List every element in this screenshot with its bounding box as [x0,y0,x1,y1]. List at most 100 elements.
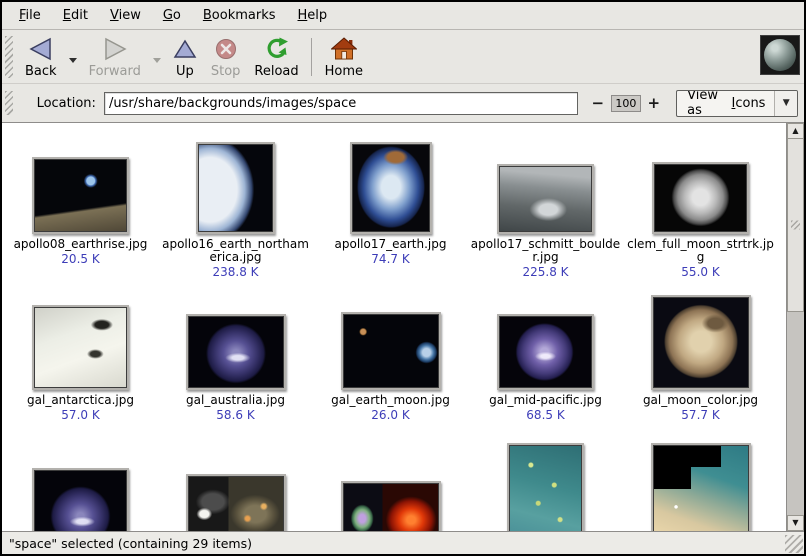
thumbnail-box [196,139,275,234]
file-name: apollo08_earthrise.jpg [14,238,148,251]
file-row: apollo08_earthrise.jpg20.5 Kapollo16_ear… [2,139,786,279]
scrollbar-up-button[interactable]: ▲ [787,123,804,139]
thumbnail-box [507,443,584,531]
file-item[interactable]: gal_moon_color.jpg57.7 K [623,285,778,422]
file-size: 57.7 K [681,408,719,422]
menu-item-help[interactable]: Help [287,4,339,27]
location-input[interactable] [104,92,578,115]
file-name: gal_moon_color.jpg [643,394,758,407]
toolbar: Back Forward Up [2,30,804,84]
stop-label: Stop [211,64,241,79]
thumbnail-box [186,474,286,531]
up-label: Up [176,64,194,79]
file-item[interactable]: clem_full_moon_strtrk.jpg55.0 K [623,139,778,279]
chevron-down-icon: ▼ [783,99,790,108]
zoom-in-button[interactable]: + [644,95,665,111]
file-name: clem_full_moon_strtrk.jpg [625,238,777,264]
antennae-thumbnail-icon [186,474,286,531]
file-name: apollo17_schmitt_boulder.jpg [470,238,622,264]
zoom-level: 100 [611,95,640,112]
thumbnail-box [186,285,286,390]
nebula-pair-thumbnail-icon [341,481,441,531]
menu-item-bookmarks[interactable]: Bookmarks [192,4,287,27]
back-label: Back [25,64,57,79]
forward-button: Forward [82,33,148,80]
file-item[interactable]: apollo08_earthrise.jpg20.5 K [3,139,158,266]
color-moon-thumbnail-icon [651,295,751,390]
file-size: 58.6 K [216,408,254,422]
thumbnail-box [651,443,751,531]
reload-label: Reload [254,64,298,79]
moon-boulder-thumbnail-icon [497,164,594,234]
status-text: "space" selected (containing 29 items) [9,536,252,551]
earth-crescent-thumbnail-icon [196,142,275,234]
view-as-combo[interactable]: View as Icons ▼ [676,90,798,117]
file-item[interactable] [158,474,313,531]
thumbnail-box [32,285,129,390]
thumbnail-box [32,468,129,531]
view-as-label: View as Icons [677,91,774,116]
menu-item-edit[interactable]: Edit [52,4,99,27]
location-bar-drag-handle[interactable] [5,91,13,115]
menu-item-go[interactable]: Go [152,4,192,27]
stop-icon [214,35,238,63]
file-item[interactable]: gal_antarctica.jpg57.0 K [3,285,158,422]
file-size: 55.0 K [681,265,719,279]
file-size: 26.0 K [371,408,409,422]
antarctica-thumbnail-icon [32,305,129,390]
file-row: gal_antarctica.jpg57.0 Kgal_australia.jp… [2,285,786,422]
blue-marble-thumbnail-icon [350,142,432,234]
step-nebula-thumbnail-icon [651,443,751,531]
combo-arrow-button[interactable]: ▼ [774,91,797,116]
scrollbar-thumb[interactable] [787,139,804,312]
forward-label: Forward [89,64,141,79]
location-label: Location: [37,96,96,111]
file-name: apollo17_earth.jpg [335,238,447,251]
file-name: gal_antarctica.jpg [27,394,134,407]
stop-button: Stop [204,33,248,80]
full-moon-gray-thumbnail-icon [652,162,749,234]
file-size: 68.5 K [526,408,564,422]
forward-history-dropdown [148,49,166,68]
file-item[interactable]: gal_australia.jpg58.6 K [158,285,313,422]
file-name: gal_australia.jpg [186,394,285,407]
up-icon [173,35,197,63]
forward-icon [102,35,128,63]
file-item[interactable]: apollo16_earth_northamerica.jpg238.8 K [158,139,313,279]
earth-moon-thumbnail-icon [341,312,441,390]
resize-grip[interactable] [785,535,803,553]
thumbnail-box [497,139,594,234]
file-item[interactable] [3,468,158,531]
throbber-orb-icon [764,39,796,71]
file-item[interactable] [623,443,778,531]
down-arrow-icon: ▼ [792,519,798,527]
back-button[interactable]: Back [18,33,64,80]
dark-earth-thumbnail-icon [186,314,286,390]
earthrise-thumbnail-icon [32,157,129,234]
file-item[interactable] [468,443,623,531]
thumbnail-box [341,285,441,390]
reload-button[interactable]: Reload [247,33,305,80]
scrollbar-track[interactable] [787,312,804,515]
purple-earth-thumbnail-icon [497,314,594,390]
file-item[interactable]: apollo17_earth.jpg74.7 K [313,139,468,266]
menu-item-view[interactable]: View [99,4,152,27]
file-item[interactable]: gal_earth_moon.jpg26.0 K [313,285,468,422]
file-item[interactable] [313,481,468,531]
toolbar-drag-handle[interactable] [5,36,13,78]
file-size: 225.8 K [522,265,568,279]
up-button[interactable]: Up [166,33,204,80]
file-item[interactable]: apollo17_schmitt_boulder.jpg225.8 K [468,139,623,279]
file-item[interactable]: gal_mid-pacific.jpg68.5 K [468,285,623,422]
up-arrow-icon: ▲ [792,127,798,135]
teal-nebula-thumbnail-icon [507,443,584,531]
throbber [760,35,800,75]
scrollbar-down-button[interactable]: ▼ [787,515,804,531]
zoom-out-button[interactable]: − [588,95,609,111]
file-size: 20.5 K [61,252,99,266]
file-name: gal_earth_moon.jpg [331,394,450,407]
back-history-dropdown[interactable] [64,49,82,68]
file-size: 238.8 K [212,265,258,279]
menu-item-file[interactable]: File [8,4,52,27]
home-button[interactable]: Home [318,33,370,80]
